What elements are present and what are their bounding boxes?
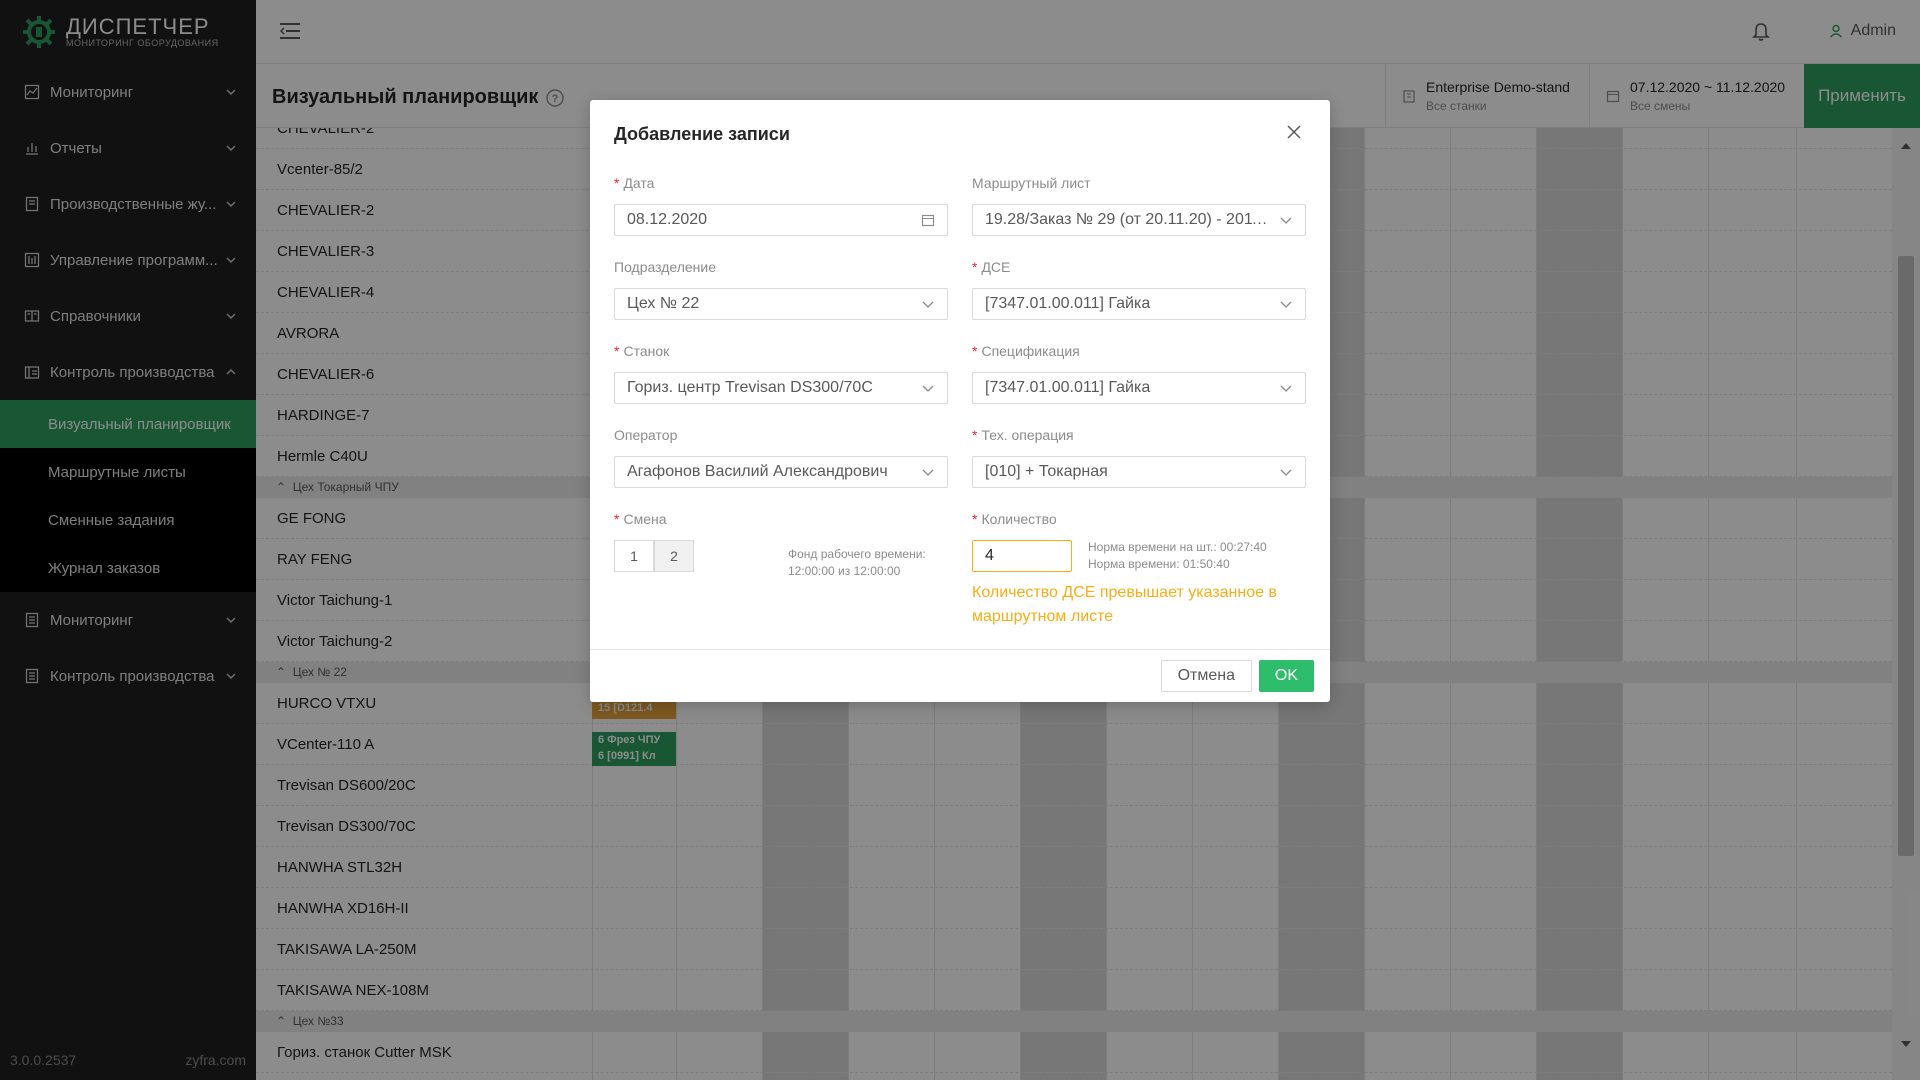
shift-label: Смена (623, 511, 667, 527)
operator-select[interactable]: Агафонов Василий Александрович (614, 456, 948, 488)
spec-label: Спецификация (981, 343, 1080, 359)
work-fund-note: Фонд рабочего времени: 12:00:00 из 12:00… (788, 546, 948, 580)
date-form-item: * Дата 08.12.2020 (614, 172, 948, 236)
shift-form-item: * Смена 12 Фонд рабочего времени: 12:00:0… (614, 508, 948, 580)
chevron-down-icon (1280, 217, 1292, 224)
shift-option[interactable]: 1 (614, 540, 654, 572)
add-record-dialog: Добавление записи * Дата 08.12.2020 Подра… (590, 100, 1330, 702)
operation-value: [010] + Токарная (985, 463, 1108, 480)
shift-radio-group: 12 (614, 540, 694, 572)
operator-form-item: Оператор Агафонов Василий Александрович (614, 424, 948, 488)
chevron-down-icon (922, 385, 934, 392)
shift-option[interactable]: 2 (654, 540, 694, 572)
norm-total: Норма времени: 01:50:40 (1088, 557, 1230, 571)
quantity-form-item: * Количество 4 Норма времени на шт.: 00:2… (972, 508, 1306, 629)
machine-form-item: * Станок Гориз. центр Trevisan DS300/70C (614, 340, 948, 404)
chevron-down-icon (1280, 301, 1292, 308)
work-fund-label: Фонд рабочего времени: (788, 547, 926, 561)
chevron-down-icon (1280, 385, 1292, 392)
operation-form-item: * Тех. операция [010] + Токарная (972, 424, 1306, 488)
operation-select[interactable]: [010] + Токарная (972, 456, 1306, 488)
chevron-down-icon (922, 301, 934, 308)
route-select[interactable]: 19.28/Заказ № 29 (от 20.11.20) - 2011... (972, 204, 1306, 236)
spec-form-item: * Спецификация [7347.01.00.011] Гайка (972, 340, 1306, 404)
spec-value: [7347.01.00.011] Гайка (985, 379, 1151, 396)
division-select[interactable]: Цех № 22 (614, 288, 948, 320)
chevron-down-icon (1280, 469, 1292, 476)
machine-select[interactable]: Гориз. центр Trevisan DS300/70C (614, 372, 948, 404)
division-form-item: Подразделение Цех № 22 (614, 256, 948, 320)
dse-value: [7347.01.00.011] Гайка (985, 295, 1151, 312)
quantity-label: Количество (981, 511, 1057, 527)
dialog-title: Добавление записи (614, 124, 790, 144)
operator-value: Агафонов Василий Александрович (627, 463, 888, 480)
division-value: Цех № 22 (627, 295, 700, 312)
route-label: Маршрутный лист (972, 175, 1091, 191)
route-value: 19.28/Заказ № 29 (от 20.11.20) - 2011... (985, 211, 1273, 228)
date-value: 08.12.2020 (627, 211, 708, 228)
cancel-button[interactable]: Отмена (1160, 660, 1252, 692)
operator-label: Оператор (614, 427, 678, 443)
close-icon[interactable] (1286, 124, 1302, 140)
spec-select[interactable]: [7347.01.00.011] Гайка (972, 372, 1306, 404)
norm-per-piece: Норма времени на шт.: 00:27:40 (1088, 540, 1267, 554)
work-fund-value: 12:00:00 из 12:00:00 (788, 564, 901, 578)
date-label: Дата (623, 175, 655, 191)
division-label: Подразделение (614, 259, 717, 275)
machine-label: Станок (623, 343, 670, 359)
ok-button[interactable]: OK (1258, 660, 1314, 692)
dse-label: ДСЕ (981, 259, 1011, 275)
operation-label: Тех. операция (981, 427, 1074, 443)
chevron-down-icon (922, 469, 934, 476)
calendar-icon (921, 214, 935, 227)
quantity-warning: Количество ДСЕ превышает указанное в мар… (972, 584, 1277, 625)
machine-value: Гориз. центр Trevisan DS300/70C (627, 379, 873, 396)
route-form-item: Маршрутный лист 19.28/Заказ № 29 (от 20.… (972, 172, 1306, 236)
date-picker[interactable]: 08.12.2020 (614, 204, 948, 236)
dialog-footer: Отмена OK (590, 649, 1330, 702)
dse-select[interactable]: [7347.01.00.011] Гайка (972, 288, 1306, 320)
dse-form-item: * ДСЕ [7347.01.00.011] Гайка (972, 256, 1306, 320)
time-norms: Норма времени на шт.: 00:27:40 Норма вре… (1088, 539, 1267, 573)
quantity-input[interactable]: 4 (972, 540, 1072, 572)
